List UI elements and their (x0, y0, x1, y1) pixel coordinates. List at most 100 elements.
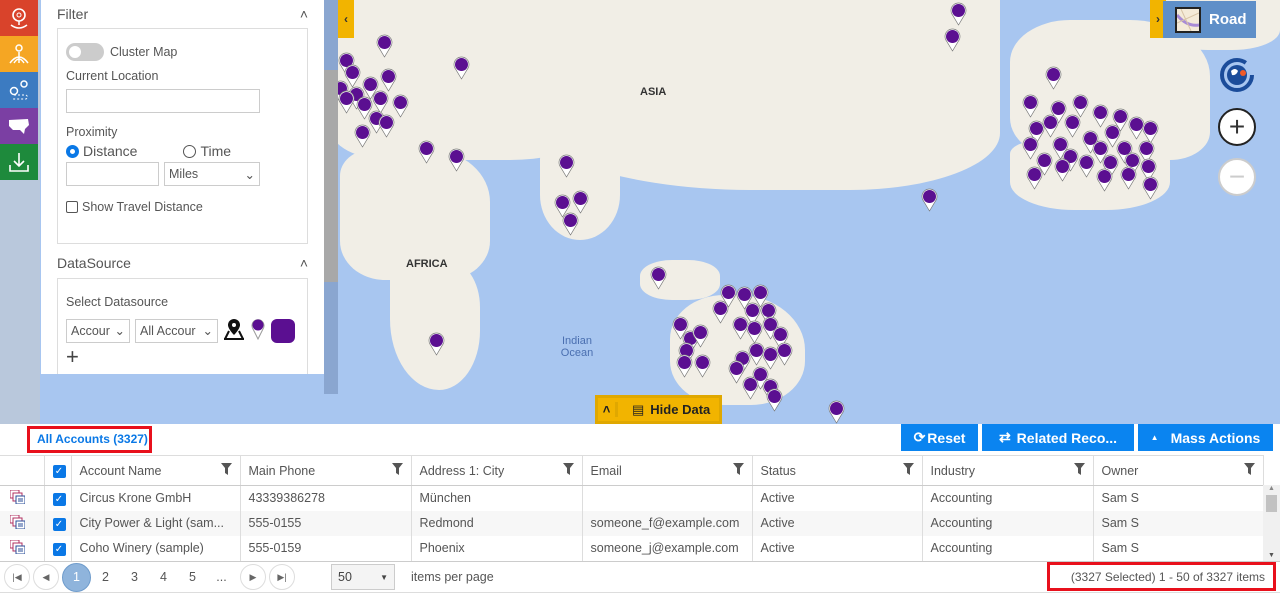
locate-globe-icon[interactable] (1218, 56, 1256, 94)
row-checkbox[interactable]: ✓ (44, 485, 72, 511)
filter-icon[interactable] (1073, 463, 1085, 478)
hide-data-button[interactable]: ˄ ▤ Hide Data (595, 395, 722, 424)
map-pin[interactable] (562, 212, 579, 236)
map-pin[interactable] (766, 388, 783, 412)
grid-scrollbar[interactable]: ▲ ▼ (1263, 485, 1280, 561)
column-header[interactable]: Main Phone (240, 455, 412, 486)
filter-icon[interactable] (220, 463, 232, 478)
show-travel-checkbox[interactable] (66, 201, 78, 213)
zoom-out-button[interactable]: − (1218, 158, 1256, 196)
column-header[interactable]: Owner (1093, 455, 1264, 486)
cluster-map-toggle[interactable] (66, 43, 104, 61)
map-pin[interactable] (746, 320, 763, 344)
map-pin[interactable] (921, 188, 938, 212)
map-pin[interactable] (828, 400, 845, 424)
current-location-input[interactable] (66, 89, 260, 113)
map-pin[interactable] (1054, 158, 1071, 182)
page-size-select[interactable]: 50 ▼ (331, 564, 395, 590)
map-pin[interactable] (694, 354, 711, 378)
reset-button[interactable]: ⟳ Reset (901, 424, 978, 451)
pin-color-swatch[interactable] (271, 318, 295, 343)
column-header[interactable]: Address 1: City (411, 455, 583, 486)
filter-icon[interactable] (562, 463, 574, 478)
map-pin[interactable] (1026, 166, 1043, 190)
filter-icon[interactable] (391, 463, 403, 478)
map-pin[interactable] (380, 68, 397, 92)
table-row[interactable]: ✓ Coho Winery (sample) 555-0159 Phoenix some… (0, 535, 1264, 561)
map-pin[interactable] (676, 354, 693, 378)
record-icon[interactable] (0, 510, 45, 536)
table-row[interactable]: ✓ Circus Krone GmbH 43339386278 München Acti… (0, 485, 1264, 511)
map-pin[interactable] (1078, 154, 1095, 178)
panel-scrollbar[interactable] (324, 0, 338, 394)
map-pin[interactable] (1120, 166, 1137, 190)
select-all-checkbox[interactable]: ✓ (44, 455, 72, 486)
table-row[interactable]: ✓ City Power & Light (sam... 555-0155 Redmo… (0, 510, 1264, 536)
related-records-button[interactable]: ⇄ Related Reco... (982, 424, 1134, 451)
map-pin[interactable] (448, 148, 465, 172)
column-header[interactable]: Industry (922, 455, 1094, 486)
map-pin[interactable] (338, 90, 355, 114)
page-5-button[interactable]: 5 (178, 570, 207, 584)
page-4-button[interactable]: 4 (149, 570, 178, 584)
unit-select[interactable]: Miles ⌄ (164, 162, 260, 186)
record-icon[interactable] (0, 485, 45, 511)
prev-page-button[interactable]: ◀ (33, 564, 59, 590)
datasource-section-header[interactable]: DataSource ˄ (41, 248, 324, 278)
page-2-button[interactable]: 2 (91, 570, 120, 584)
map-pin[interactable] (776, 342, 793, 366)
filter-icon[interactable] (902, 463, 914, 478)
territory-network-icon[interactable] (0, 36, 38, 72)
map-pin[interactable] (418, 140, 435, 164)
map-pin[interactable] (1142, 176, 1159, 200)
zoom-in-button[interactable]: + (1218, 108, 1256, 146)
row-checkbox[interactable]: ✓ (44, 535, 72, 561)
pin-style-icon[interactable] (250, 317, 266, 344)
map-pin[interactable] (428, 332, 445, 356)
record-icon[interactable] (0, 535, 45, 561)
map-pin[interactable] (1022, 94, 1039, 118)
add-datasource-icon[interactable]: + (66, 346, 299, 368)
download-icon[interactable] (0, 144, 38, 180)
column-header[interactable]: Email (582, 455, 753, 486)
map-pin[interactable] (712, 300, 729, 324)
map-pin[interactable] (558, 154, 575, 178)
filter-icon[interactable] (1243, 463, 1255, 478)
map-pin[interactable] (1096, 168, 1113, 192)
column-header[interactable]: Status (752, 455, 923, 486)
filter-section-header[interactable]: Filter ˄ (41, 0, 324, 28)
multi-pin-icon[interactable] (223, 317, 245, 344)
row-checkbox[interactable]: ✓ (44, 510, 72, 536)
page-1-button[interactable]: 1 (62, 562, 91, 592)
distance-radio[interactable] (66, 144, 79, 158)
map-pin[interactable] (376, 34, 393, 58)
map-pin[interactable] (650, 266, 667, 290)
last-page-button[interactable]: ▶| (269, 564, 295, 590)
map-pin[interactable] (1045, 66, 1062, 90)
map-pin[interactable] (1042, 114, 1059, 138)
map-pin[interactable] (950, 2, 967, 26)
us-map-icon[interactable] (0, 108, 38, 144)
collapse-panel-button[interactable]: ‹ (338, 0, 354, 38)
map-pin[interactable] (354, 124, 371, 148)
location-pin-icon[interactable] (0, 0, 38, 36)
map-style-button[interactable]: Road (1163, 1, 1256, 38)
map-pin[interactable] (944, 28, 961, 52)
page-more-button[interactable]: ... (207, 570, 236, 584)
map-pin[interactable] (572, 190, 589, 214)
next-page-button[interactable]: ▶ (240, 564, 266, 590)
mass-actions-button[interactable]: ▲ Mass Actions (1138, 424, 1273, 451)
time-radio[interactable] (183, 144, 197, 158)
filter-icon[interactable] (732, 463, 744, 478)
map-pin[interactable] (1064, 114, 1081, 138)
entity-select[interactable]: Accour ⌄ (66, 318, 130, 343)
first-page-button[interactable]: |◀ (4, 564, 30, 590)
map-pin[interactable] (742, 376, 759, 400)
page-3-button[interactable]: 3 (120, 570, 149, 584)
distance-input[interactable] (66, 162, 159, 186)
column-header[interactable]: Account Name (71, 455, 241, 486)
map-pin[interactable] (378, 114, 395, 138)
map-pin[interactable] (453, 56, 470, 80)
route-icon[interactable] (0, 72, 38, 108)
view-select[interactable]: All Accour ⌄ (135, 318, 218, 343)
